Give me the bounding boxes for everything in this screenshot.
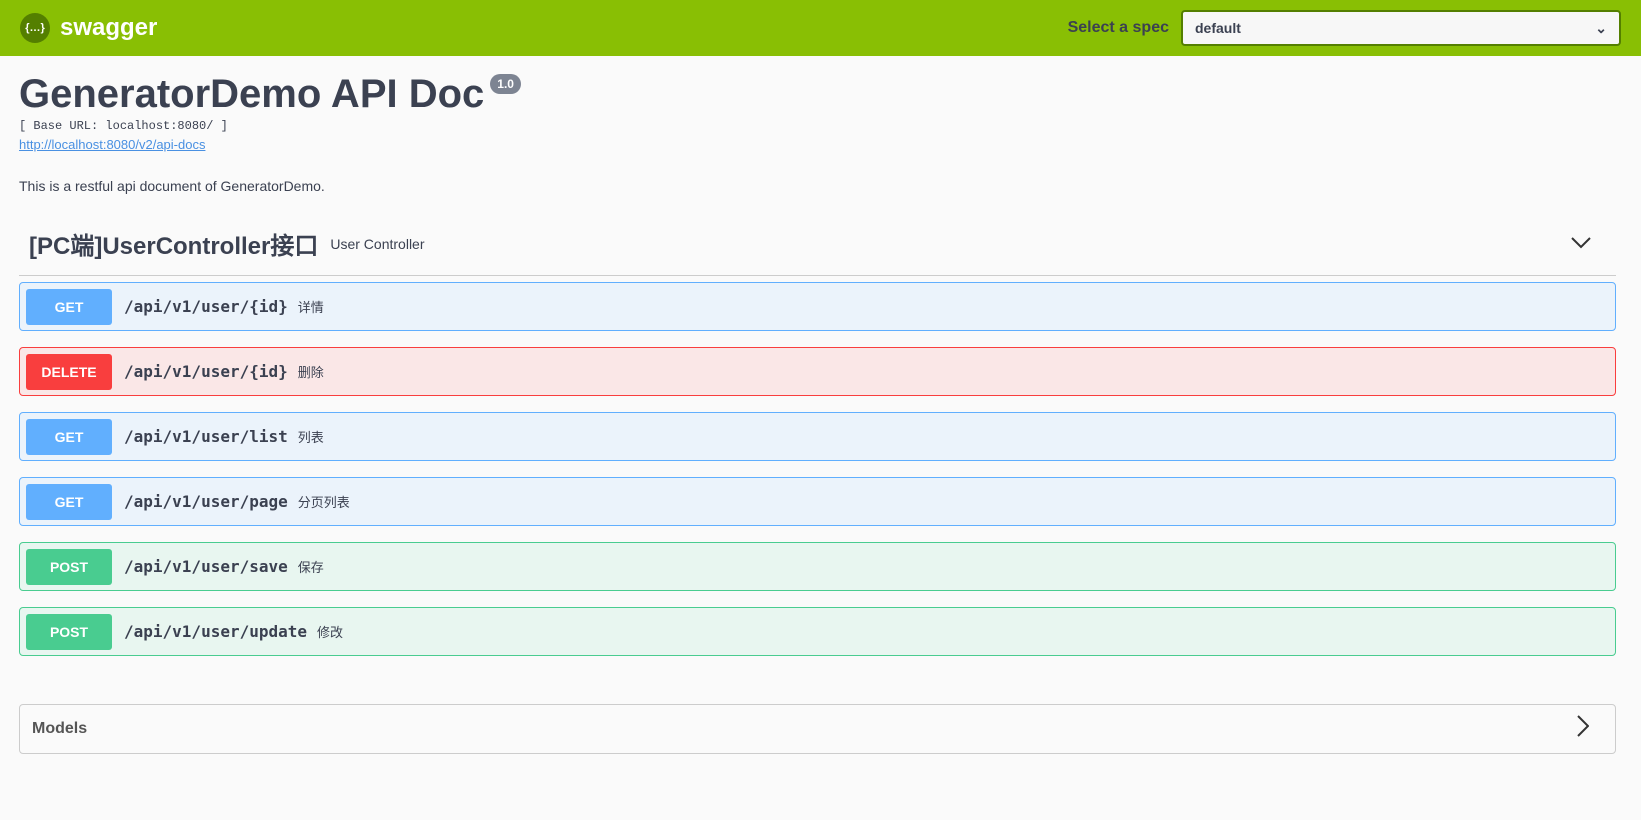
models-section[interactable]: Models (19, 704, 1616, 754)
operation-row[interactable]: GET /api/v1/user/{id} 详情 (19, 282, 1616, 331)
operation-path: /api/v1/user/{id} (124, 297, 288, 316)
topbar: {…} swagger Select a spec default ⌄ (0, 0, 1641, 56)
swagger-logo-icon: {…} (20, 13, 50, 43)
chevron-right-icon[interactable] (1577, 715, 1590, 743)
chevron-down-icon: ⌄ (1595, 19, 1607, 36)
operation-path: /api/v1/user/save (124, 557, 288, 576)
operation-path: /api/v1/user/update (124, 622, 308, 641)
tag-name: [PC端]UserController接口 (29, 233, 319, 260)
tag-header-user-controller[interactable]: [PC端]UserController接口 User Controller (19, 212, 1616, 276)
operation-row[interactable]: POST /api/v1/user/update 修改 (19, 607, 1616, 656)
method-badge: GET (26, 418, 112, 455)
operation-summary: 删除 (297, 365, 324, 380)
spec-label: Select a spec (1067, 19, 1169, 36)
operation-path: /api/v1/user/list (124, 427, 288, 446)
api-docs-link[interactable]: http://localhost:8080/v2/api-docs (19, 137, 1616, 152)
method-badge: DELETE (26, 353, 112, 390)
api-description: This is a restful api document of Genera… (19, 178, 325, 194)
operation-path: /api/v1/user/page (124, 492, 288, 511)
base-url: [ Base URL: localhost:8080/ ] (19, 119, 228, 133)
operation-summary: 分页列表 (297, 495, 350, 510)
spec-selector: Select a spec default ⌄ (1068, 10, 1621, 46)
operation-summary: 修改 (317, 625, 344, 640)
method-badge: GET (26, 288, 112, 325)
operation-row[interactable]: POST /api/v1/user/save 保存 (19, 542, 1616, 591)
operation-row[interactable]: GET /api/v1/user/list 列表 (19, 412, 1616, 461)
page-title: GeneratorDemo API Doc 1.0 (19, 72, 1616, 117)
operation-path: /api/v1/user/{id} (124, 362, 288, 381)
version-badge: 1.0 (490, 74, 521, 94)
logo-text: swagger (60, 14, 158, 41)
operation-summary: 列表 (297, 430, 324, 445)
operation-summary: 保存 (297, 560, 324, 575)
spec-select[interactable]: default ⌄ (1181, 10, 1621, 46)
method-badge: GET (26, 483, 112, 520)
main: GeneratorDemo API Doc 1.0 [ Base URL: lo… (0, 72, 1641, 754)
operation-summary: 详情 (297, 300, 324, 315)
operation-row[interactable]: DELETE /api/v1/user/{id} 删除 (19, 347, 1616, 396)
method-badge: POST (26, 613, 112, 650)
spec-value: default (1195, 20, 1241, 36)
models-label: Models (32, 720, 88, 737)
operations-list: GET /api/v1/user/{id} 详情 DELETE /api/v1/u… (19, 282, 1616, 656)
method-badge: POST (26, 548, 112, 585)
api-title: GeneratorDemo API Doc (19, 72, 485, 116)
swagger-logo[interactable]: {…} swagger (20, 13, 157, 43)
operation-row[interactable]: GET /api/v1/user/page 分页列表 (19, 477, 1616, 526)
chevron-down-icon[interactable] (1571, 232, 1591, 255)
tag-description: User Controller (330, 235, 425, 252)
